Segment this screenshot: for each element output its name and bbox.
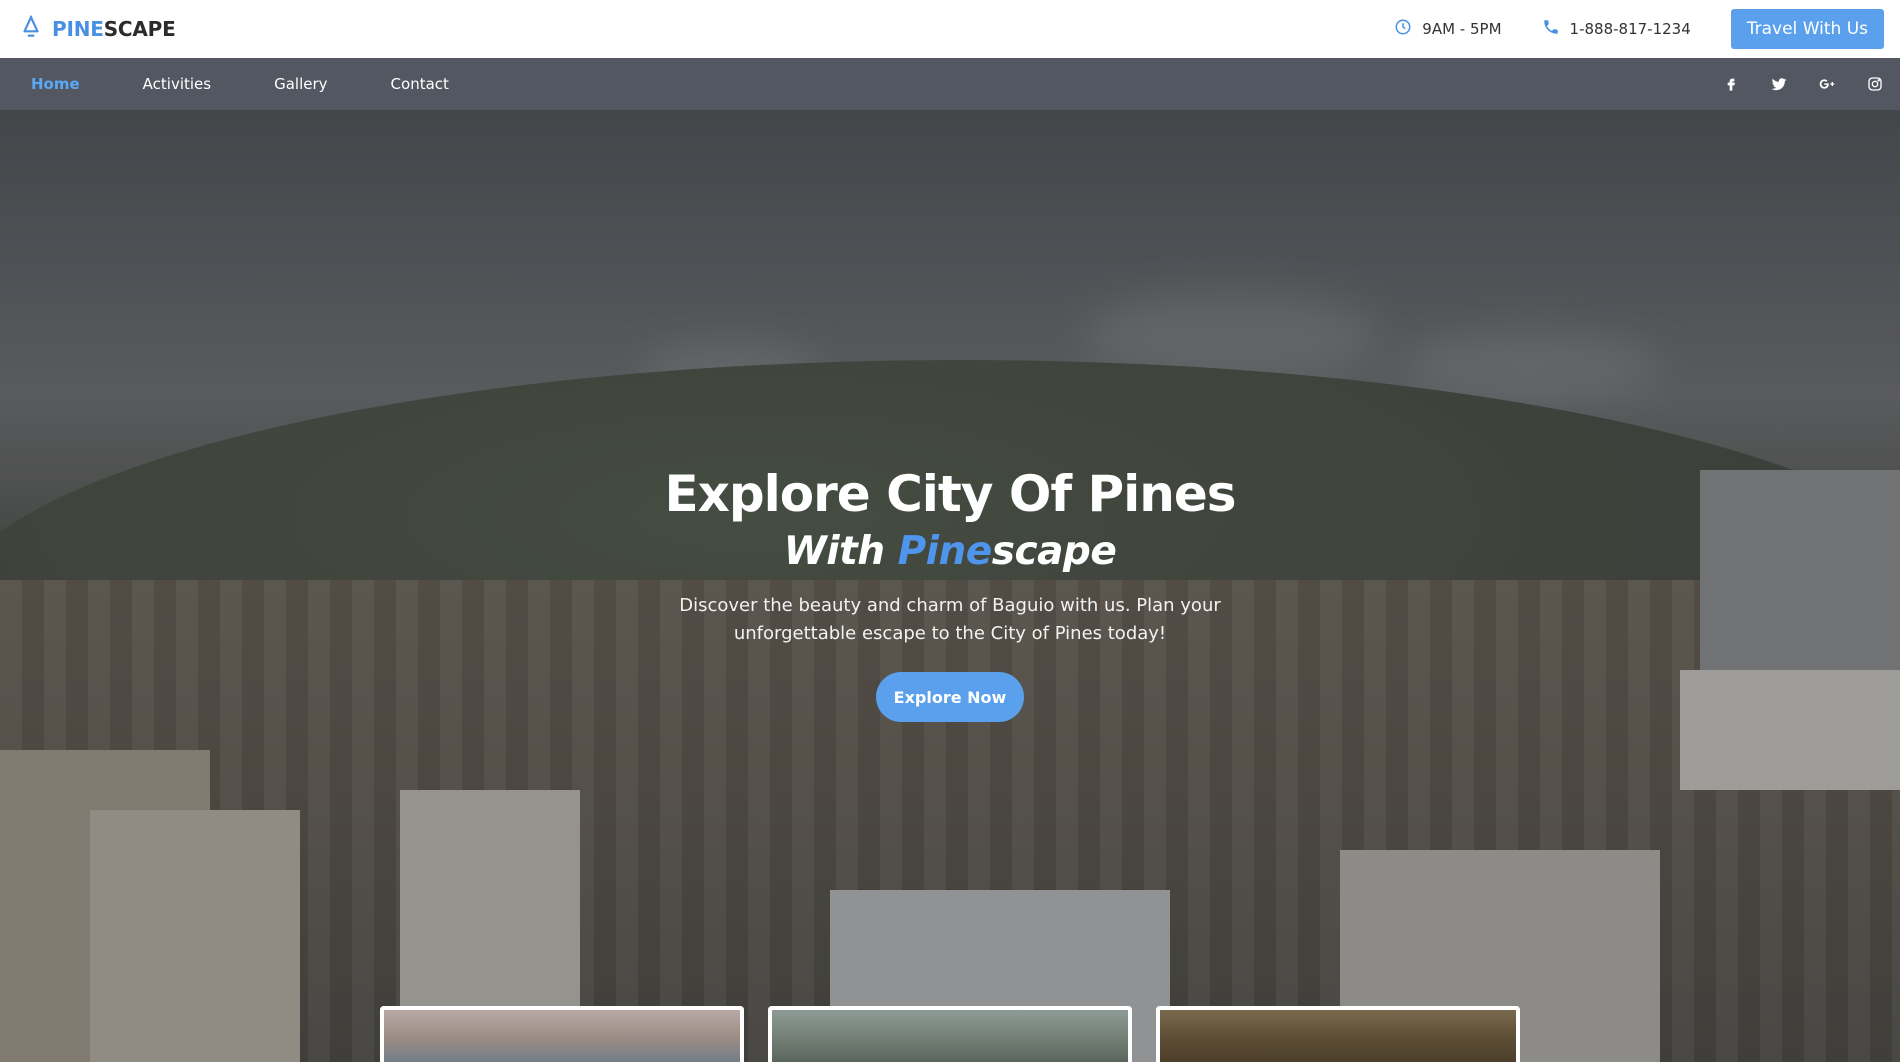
- bell-tree-icon: [18, 14, 44, 44]
- hero-subtitle: With Pinescape: [0, 529, 1900, 574]
- nav-link-home[interactable]: Home: [31, 75, 80, 93]
- preview-card[interactable]: [768, 1006, 1132, 1062]
- clock-icon: [1394, 18, 1412, 40]
- preview-card[interactable]: [380, 1006, 744, 1062]
- phone-text: 1-888-817-1234: [1569, 20, 1691, 38]
- nav-link-activities[interactable]: Activities: [143, 75, 211, 93]
- hero-subtitle-suffix: scape: [991, 529, 1117, 574]
- facebook-icon[interactable]: [1722, 75, 1740, 93]
- preview-cards: [380, 1006, 1520, 1062]
- hero-description: Discover the beauty and charm of Baguio …: [679, 595, 1221, 644]
- header-contact-area: 9AM - 5PM 1-888-817-1234 Travel With Us: [1394, 9, 1884, 49]
- brand-name-accent: PINE: [52, 17, 104, 41]
- nav-links: Home Activities Gallery Contact: [31, 75, 449, 93]
- nav-link-gallery[interactable]: Gallery: [274, 75, 327, 93]
- hero-subtitle-accent: Pine: [897, 529, 993, 574]
- brand-name: PINESCAPE: [52, 17, 176, 41]
- phone-number[interactable]: 1-888-817-1234: [1542, 18, 1691, 40]
- preview-card[interactable]: [1156, 1006, 1520, 1062]
- hero-subtitle-prefix: With: [783, 529, 898, 574]
- top-header: PINESCAPE 9AM - 5PM 1-888-817-1234 Trave…: [0, 0, 1900, 58]
- main-nav: Home Activities Gallery Contact: [0, 58, 1900, 110]
- business-hours: 9AM - 5PM: [1394, 18, 1502, 40]
- hero-section: Explore City Of Pines With Pinescape Dis…: [0, 110, 1900, 1062]
- brand-logo[interactable]: PINESCAPE: [18, 14, 176, 44]
- social-links: [1722, 75, 1884, 93]
- brand-name-rest: SCAPE: [103, 17, 176, 41]
- instagram-icon[interactable]: [1866, 75, 1884, 93]
- nav-link-contact[interactable]: Contact: [391, 75, 449, 93]
- explore-now-button[interactable]: Explore Now: [876, 672, 1024, 722]
- hero-title: Explore City Of Pines: [664, 465, 1236, 523]
- google-plus-icon[interactable]: [1818, 75, 1836, 93]
- travel-with-us-button[interactable]: Travel With Us: [1730, 9, 1884, 49]
- phone-icon: [1542, 18, 1560, 40]
- hours-text: 9AM - 5PM: [1422, 20, 1502, 38]
- twitter-icon[interactable]: [1770, 75, 1788, 93]
- hero-content: Explore City Of Pines With Pinescape Dis…: [0, 465, 1900, 722]
